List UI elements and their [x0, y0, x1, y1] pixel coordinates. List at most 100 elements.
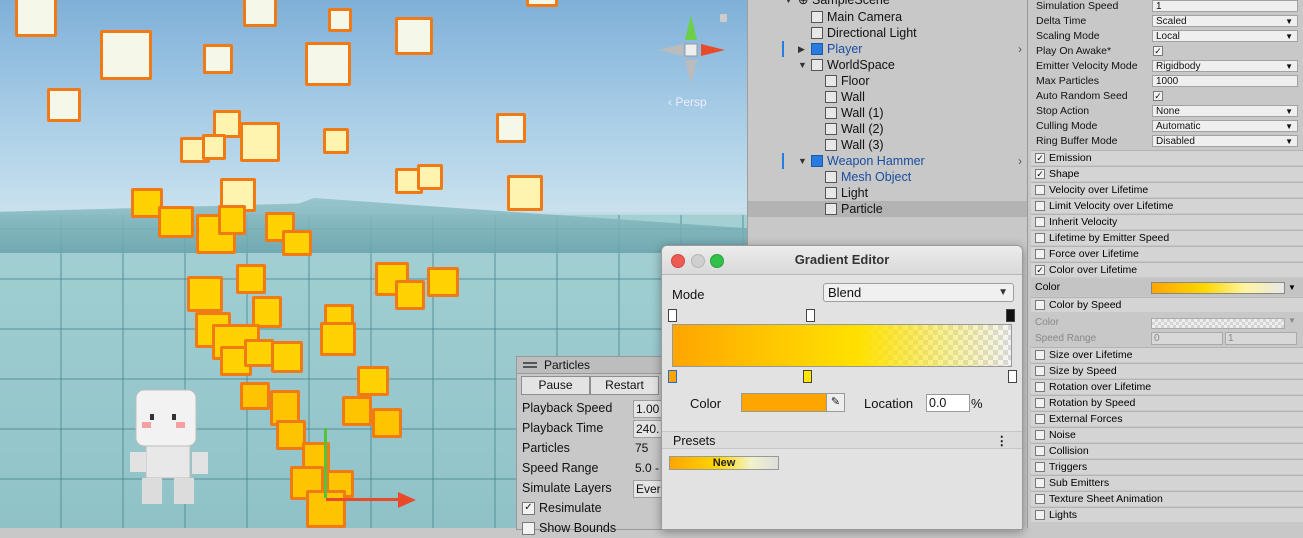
module-checkbox[interactable]: [1035, 185, 1045, 195]
module-emission[interactable]: ✓ Emission: [1031, 150, 1303, 165]
module-sub-emitters[interactable]: Sub Emitters: [1031, 475, 1303, 490]
show-bounds-checkbox[interactable]: [522, 522, 535, 536]
module-external-forces[interactable]: External Forces: [1031, 411, 1303, 426]
drag-handle-icon[interactable]: [523, 362, 537, 368]
cbs-gradient-field[interactable]: [1151, 318, 1285, 329]
hierarchy-item[interactable]: ▼ Weapon Hammer ›: [748, 153, 1028, 169]
speed-range-max-field[interactable]: 1: [1225, 332, 1297, 345]
expand-arrow-icon[interactable]: ▶: [798, 41, 805, 57]
hierarchy-item-selected[interactable]: Particle: [748, 201, 1028, 217]
color-key-handle[interactable]: [1008, 370, 1017, 383]
play-on-awake-checkbox[interactable]: ✓: [1153, 46, 1163, 56]
hierarchy-item[interactable]: Floor: [748, 73, 1028, 89]
module-checkbox[interactable]: [1035, 382, 1045, 392]
module-lights[interactable]: Lights: [1031, 507, 1303, 522]
ring-buffer-mode-dropdown[interactable]: Disabled ▼: [1152, 135, 1298, 147]
minimize-window-icon[interactable]: [691, 254, 705, 268]
hierarchy-item[interactable]: Wall (2): [748, 121, 1028, 137]
pause-button[interactable]: Pause: [521, 376, 590, 395]
gradient-preview-bar[interactable]: [672, 324, 1012, 367]
chevron-down-icon[interactable]: ▼: [1288, 279, 1296, 296]
hierarchy-item[interactable]: Light: [748, 185, 1028, 201]
module-rotation-by-speed[interactable]: Rotation by Speed: [1031, 395, 1303, 410]
hierarchy-item[interactable]: Mesh Object: [748, 169, 1028, 185]
preset-new-button[interactable]: New: [669, 456, 779, 470]
alpha-key-handle[interactable]: [806, 309, 815, 322]
module-shape[interactable]: ✓ Shape: [1031, 166, 1303, 181]
chevron-right-icon[interactable]: ›: [1018, 41, 1022, 57]
module-size-over-lifetime[interactable]: Size over Lifetime: [1031, 347, 1303, 362]
module-checkbox[interactable]: [1035, 446, 1045, 456]
hierarchy-item[interactable]: ▼ WorldSpace: [748, 57, 1028, 73]
eyedropper-icon[interactable]: ✎: [826, 393, 845, 412]
module-inherit-velocity[interactable]: Inherit Velocity: [1031, 214, 1303, 229]
max-particles-field[interactable]: 1000: [1152, 75, 1298, 87]
chevron-right-icon[interactable]: ›: [1018, 153, 1022, 169]
module-triggers[interactable]: Triggers: [1031, 459, 1303, 474]
hierarchy-item[interactable]: Wall: [748, 89, 1028, 105]
restart-button[interactable]: Restart: [590, 376, 659, 395]
move-gizmo-y-axis[interactable]: [324, 428, 327, 498]
move-gizmo-x-handle-icon[interactable]: [398, 492, 416, 508]
module-checkbox[interactable]: [1035, 366, 1045, 376]
gradient-field[interactable]: [1151, 282, 1285, 294]
zoom-window-icon[interactable]: [710, 254, 724, 268]
module-checkbox[interactable]: [1035, 510, 1045, 520]
module-checkbox[interactable]: [1035, 430, 1045, 440]
hierarchy-item[interactable]: Wall (3): [748, 137, 1028, 153]
module-checkbox[interactable]: ✓: [1035, 153, 1045, 163]
perspective-label[interactable]: ‹ Persp: [668, 95, 707, 109]
speed-range-min-field[interactable]: 0: [1151, 332, 1223, 345]
culling-mode-dropdown[interactable]: Automatic ▼: [1152, 120, 1298, 132]
gradient-editor-titlebar[interactable]: Gradient Editor: [662, 246, 1022, 275]
module-force-over-lifetime[interactable]: Force over Lifetime: [1031, 246, 1303, 261]
chevron-down-icon[interactable]: ▼: [1288, 316, 1296, 325]
location-input[interactable]: 0.0: [926, 394, 970, 412]
alpha-key-handle[interactable]: [668, 309, 677, 322]
module-collision[interactable]: Collision: [1031, 443, 1303, 458]
scaling-mode-dropdown[interactable]: Local ▼: [1152, 30, 1298, 42]
module-checkbox[interactable]: [1035, 414, 1045, 424]
color-key-handle[interactable]: [803, 370, 812, 383]
hierarchy-item[interactable]: Directional Light: [748, 25, 1028, 41]
auto-random-seed-checkbox[interactable]: ✓: [1153, 91, 1163, 101]
color-key-handle-selected[interactable]: [668, 370, 677, 383]
simulation-speed-field[interactable]: 1: [1152, 0, 1298, 12]
module-color-by-speed[interactable]: Color by Speed: [1031, 297, 1303, 312]
orientation-gizmo[interactable]: [655, 10, 729, 100]
move-gizmo-x-axis[interactable]: [326, 498, 404, 501]
module-checkbox[interactable]: [1035, 300, 1045, 310]
module-checkbox[interactable]: [1035, 217, 1045, 227]
module-color-over-lifetime[interactable]: ✓ Color over Lifetime: [1031, 262, 1303, 277]
module-size-by-speed[interactable]: Size by Speed: [1031, 363, 1303, 378]
hierarchy-item[interactable]: ▶ Player ›: [748, 41, 1028, 57]
module-checkbox[interactable]: [1035, 249, 1045, 259]
module-checkbox[interactable]: [1035, 201, 1045, 211]
module-lifetime-by-emitter-speed[interactable]: Lifetime by Emitter Speed: [1031, 230, 1303, 245]
delta-time-dropdown[interactable]: Scaled ▼: [1152, 15, 1298, 27]
hierarchy-scene-row[interactable]: ▼ ⊕ SampleScene*: [748, 0, 1028, 8]
module-checkbox[interactable]: [1035, 233, 1045, 243]
emitter-velocity-mode-dropdown[interactable]: Rigidbody ▼: [1152, 60, 1298, 72]
module-checkbox[interactable]: [1035, 462, 1045, 472]
module-texture-sheet-animation[interactable]: Texture Sheet Animation: [1031, 491, 1303, 506]
collapse-arrow-icon[interactable]: ▼: [798, 153, 807, 169]
module-checkbox[interactable]: [1035, 478, 1045, 488]
resimulate-checkbox[interactable]: ✓: [522, 502, 535, 516]
collapse-arrow-icon[interactable]: ▼: [798, 57, 807, 73]
module-limit-velocity[interactable]: Limit Velocity over Lifetime: [1031, 198, 1303, 213]
close-window-icon[interactable]: [671, 254, 685, 268]
module-noise[interactable]: Noise: [1031, 427, 1303, 442]
module-checkbox[interactable]: [1035, 494, 1045, 504]
module-velocity-over-lifetime[interactable]: Velocity over Lifetime: [1031, 182, 1303, 197]
particles-overlay-header[interactable]: Particles: [517, 357, 663, 374]
mode-dropdown[interactable]: Blend ▼: [823, 283, 1014, 302]
color-swatch[interactable]: [741, 393, 827, 412]
module-checkbox[interactable]: ✓: [1035, 265, 1045, 275]
hierarchy-item[interactable]: Main Camera: [748, 9, 1028, 25]
stop-action-dropdown[interactable]: None ▼: [1152, 105, 1298, 117]
module-rotation-over-lifetime[interactable]: Rotation over Lifetime: [1031, 379, 1303, 394]
more-options-icon[interactable]: ⋮: [996, 432, 1009, 450]
module-checkbox[interactable]: ✓: [1035, 169, 1045, 179]
module-checkbox[interactable]: [1035, 398, 1045, 408]
